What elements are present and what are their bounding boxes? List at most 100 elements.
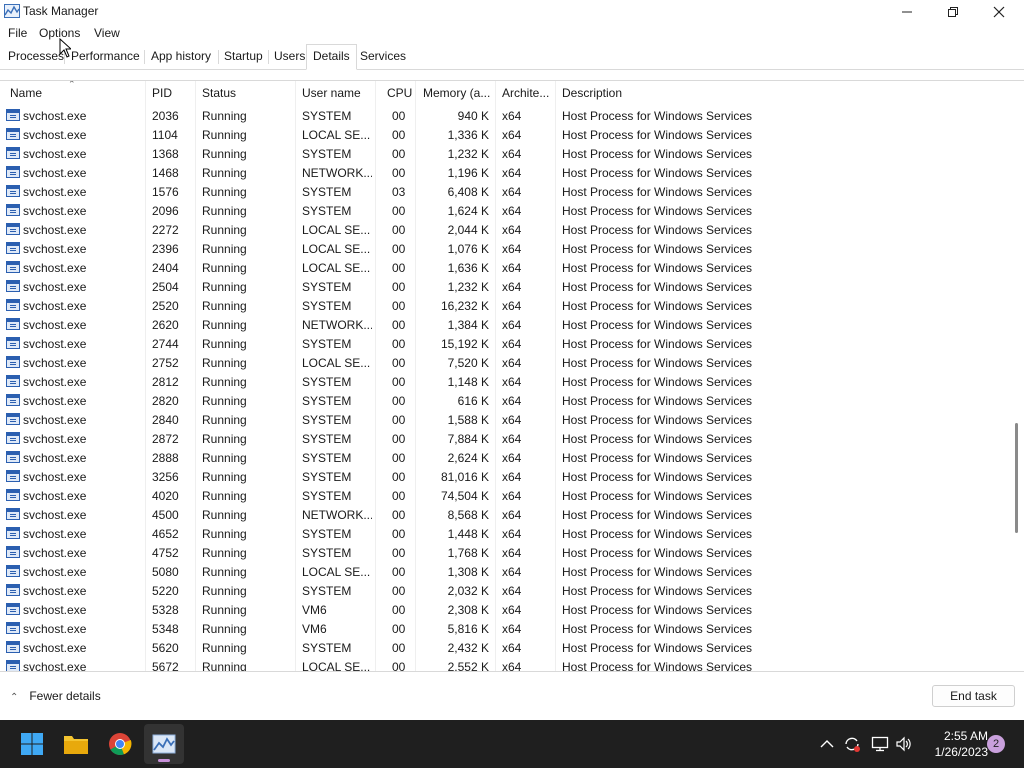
cell-status: Running [202,185,247,199]
tab-performance[interactable]: Performance [67,49,144,63]
table-row[interactable]: svchost.exe 2404 Running LOCAL SE... 00 1,636… [0,258,1008,277]
cell-description: Host Process for Windows Services [562,527,753,541]
taskbar: 2:55 AM 1/26/2023 2 [0,720,1024,768]
table-row[interactable]: svchost.exe 2888 Running SYSTEM 00 2,624 K x64… [0,448,1008,467]
cell-cpu: 00 [392,280,406,294]
cell-description: Host Process for Windows Services [562,432,753,446]
tab-services[interactable]: Services [356,49,410,63]
vertical-scrollbar[interactable] [1008,81,1024,671]
table-row[interactable]: svchost.exe 2752 Running LOCAL SE... 00 7,520… [0,353,1008,372]
fewer-details-button[interactable]: ⌃ Fewer details [10,689,101,703]
process-icon [6,166,20,178]
cell-description: Host Process for Windows Services [562,394,753,408]
table-row[interactable]: svchost.exe 1468 Running NETWORK... 00 1,196 … [0,163,1008,182]
cell-name: svchost.exe [23,337,87,351]
cell-description: Host Process for Windows Services [562,337,753,351]
scrollbar-thumb[interactable] [1015,423,1018,533]
table-row[interactable]: svchost.exe 1368 Running SYSTEM 00 1,232 K x64… [0,144,1008,163]
table-row[interactable]: svchost.exe 1576 Running SYSTEM 03 6,408 K x64… [0,182,1008,201]
table-row[interactable]: svchost.exe 2096 Running SYSTEM 00 1,624 K x64… [0,201,1008,220]
cell-memory: 8,568 K [447,508,489,522]
cell-name: svchost.exe [23,565,87,579]
close-button[interactable] [976,0,1022,24]
cell-architecture: x64 [502,204,522,218]
table-row[interactable]: svchost.exe 2744 Running SYSTEM 00 15,192 K x6… [0,334,1008,353]
volume-icon[interactable] [894,734,914,754]
menu-file[interactable]: File [8,26,27,40]
table-row[interactable]: svchost.exe 5348 Running VM6 00 5,816 K x64 Hos… [0,619,1008,638]
taskbar-clock[interactable]: 2:55 AM 1/26/2023 [924,728,988,760]
cell-pid: 2036 [152,109,179,123]
table-row[interactable]: svchost.exe 5328 Running VM6 00 2,308 K x64 Hos… [0,600,1008,619]
chrome-button[interactable] [100,724,140,764]
table-row[interactable]: svchost.exe 4020 Running SYSTEM 00 74,504 K x6… [0,486,1008,505]
file-explorer-button[interactable] [56,724,96,764]
tab-app-history[interactable]: App history [147,49,215,63]
end-task-button[interactable]: End task [932,685,1015,707]
table-row[interactable]: svchost.exe 2520 Running SYSTEM 00 16,232 K x6… [0,296,1008,315]
cell-architecture: x64 [502,413,522,427]
task-manager-taskbar-button[interactable] [144,724,184,764]
cell-architecture: x64 [502,603,522,617]
notification-badge[interactable]: 2 [987,735,1005,753]
cell-name: svchost.exe [23,242,87,256]
cell-status: Running [202,375,247,389]
cell-name: svchost.exe [23,451,87,465]
column-header-status[interactable]: Status [202,86,236,100]
restore-button[interactable] [930,0,976,24]
table-row[interactable]: svchost.exe 4652 Running SYSTEM 00 1,448 K x64… [0,524,1008,543]
table-row[interactable]: svchost.exe 1104 Running LOCAL SE... 00 1,336… [0,125,1008,144]
cell-description: Host Process for Windows Services [562,356,753,370]
cell-name: svchost.exe [23,185,87,199]
cell-name: svchost.exe [23,261,87,275]
table-row[interactable]: svchost.exe 2840 Running SYSTEM 00 1,588 K x64… [0,410,1008,429]
table-row[interactable]: svchost.exe 3256 Running SYSTEM 00 81,016 K x6… [0,467,1008,486]
cell-memory: 1,148 K [447,375,489,389]
cell-architecture: x64 [502,166,522,180]
table-row[interactable]: svchost.exe 2272 Running LOCAL SE... 00 2,044… [0,220,1008,239]
table-row[interactable]: svchost.exe 2504 Running SYSTEM 00 1,232 K x64… [0,277,1008,296]
minimize-button[interactable] [884,0,930,24]
clock-time: 2:55 AM [943,729,988,743]
table-row[interactable]: svchost.exe 4752 Running SYSTEM 00 1,768 K x64… [0,543,1008,562]
table-row[interactable]: svchost.exe 2396 Running LOCAL SE... 00 1,076… [0,239,1008,258]
cell-status: Running [202,280,247,294]
table-row[interactable]: svchost.exe 5620 Running SYSTEM 00 2,432 K x64… [0,638,1008,657]
cell-name: svchost.exe [23,413,87,427]
task-manager-window: Task Manager File Options View Processes… [0,0,1024,720]
tab-details[interactable]: Details [306,44,357,70]
table-row[interactable]: svchost.exe 2620 Running NETWORK... 00 1,384 … [0,315,1008,334]
table-row[interactable]: svchost.exe 2812 Running SYSTEM 00 1,148 K x64… [0,372,1008,391]
cell-status: Running [202,432,247,446]
column-header-memory[interactable]: Memory (a... [423,86,490,100]
cell-memory: 2,432 K [447,641,489,655]
table-row[interactable]: svchost.exe 5220 Running SYSTEM 00 2,032 K x64… [0,581,1008,600]
sync-icon[interactable] [842,734,862,754]
menu-bar: File Options View [0,24,1024,44]
table-row[interactable]: svchost.exe 2820 Running SYSTEM 00 616 K x64 Ho… [0,391,1008,410]
chevron-up-icon[interactable] [817,734,837,754]
column-header-architecture[interactable]: Archite... [502,86,549,100]
minimize-icon [902,11,912,13]
cell-architecture: x64 [502,299,522,313]
cell-description: Host Process for Windows Services [562,489,753,503]
table-row[interactable]: svchost.exe 2872 Running SYSTEM 00 7,884 K x64… [0,429,1008,448]
table-row[interactable]: svchost.exe 4500 Running NETWORK... 00 8,568 … [0,505,1008,524]
table-row[interactable]: svchost.exe 2036 Running SYSTEM 00 940 K x64 Ho… [0,106,1008,125]
start-button[interactable] [12,724,52,764]
network-icon[interactable] [870,734,890,754]
cell-description: Host Process for Windows Services [562,147,753,161]
tab-users[interactable]: Users [270,49,309,63]
column-header-cpu[interactable]: CPU [387,86,412,100]
cell-architecture: x64 [502,622,522,636]
tab-startup[interactable]: Startup [220,49,267,63]
cell-name: svchost.exe [23,546,87,560]
table-row[interactable]: svchost.exe 5672 Running LOCAL SE... 00 2,552… [0,657,1008,671]
column-header-user-name[interactable]: User name [302,86,361,100]
column-header-name[interactable]: Name [10,86,42,100]
table-row[interactable]: svchost.exe 5080 Running LOCAL SE... 00 1,308… [0,562,1008,581]
cell-memory: 16,232 K [440,299,489,313]
menu-view[interactable]: View [94,26,120,40]
column-header-description[interactable]: Description [562,86,622,100]
column-header-pid[interactable]: PID [152,86,172,100]
